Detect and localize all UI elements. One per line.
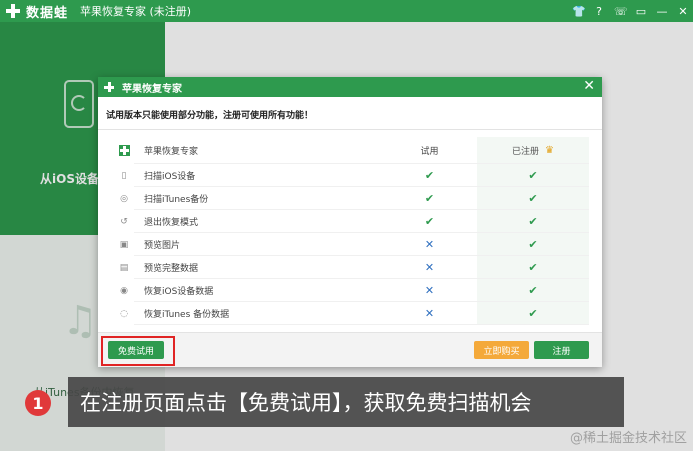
- feature-name: 扫描iOS设备: [144, 172, 196, 182]
- cross-logo-icon: [6, 4, 20, 18]
- register-button[interactable]: 注册: [534, 341, 589, 359]
- skin-icon[interactable]: 👕: [572, 5, 586, 18]
- table-row: ◉ 恢复iOS设备数据 ✕ ✔: [114, 279, 589, 302]
- watermark: @稀土掘金技术社区: [569, 431, 687, 446]
- check-icon: ✔: [424, 192, 435, 205]
- cross-icon: ✕: [424, 261, 435, 274]
- feature-name: 恢复iTunes 备份数据: [144, 310, 230, 320]
- feature-name: 预览图片: [144, 241, 181, 251]
- feature-name: 恢复iOS设备数据: [144, 287, 214, 297]
- divider: [98, 129, 602, 130]
- cross-logo-icon: [104, 82, 114, 92]
- dialog-title: 苹果恢复专家: [122, 83, 182, 95]
- table-row: ◎ 扫描iTunes备份 ✔ ✔: [114, 187, 589, 210]
- restore-itunes-icon: ◌: [120, 308, 128, 319]
- step-badge: 1: [25, 390, 51, 416]
- contact-icon[interactable]: ☏: [614, 5, 628, 18]
- table-row: ↺ 退出恢复模式 ✔ ✔: [114, 210, 589, 233]
- check-icon: ✔: [477, 256, 589, 279]
- header-product: 苹果恢复专家: [144, 147, 199, 157]
- image-icon: ▣: [119, 239, 129, 250]
- minimize-icon[interactable]: —: [656, 5, 668, 18]
- feature-name: 退出恢复模式: [144, 218, 199, 228]
- feature-name: 扫描iTunes备份: [144, 195, 209, 205]
- exit-recovery-icon: ↺: [120, 216, 128, 227]
- itunes-icon: ◎: [120, 193, 128, 204]
- check-icon: ✔: [477, 279, 589, 302]
- register-dialog: 苹果恢复专家 ✕ 试用版本只能使用部分功能，注册可使用所有功能！ 苹果恢复专家 …: [98, 77, 602, 367]
- check-icon: ✔: [477, 187, 589, 210]
- help-icon[interactable]: ?: [593, 5, 605, 18]
- table-row: ▯ 扫描iOS设备 ✔ ✔: [114, 164, 589, 187]
- caption-text: 在注册页面点击【免费试用】，获取免费扫描机会: [80, 391, 532, 415]
- close-window-icon[interactable]: ✕: [677, 5, 689, 18]
- buy-now-button[interactable]: 立即购买: [474, 341, 529, 359]
- crown-icon: ♛: [545, 145, 554, 156]
- feedback-icon[interactable]: ▭: [635, 5, 647, 18]
- check-icon: ✔: [477, 233, 589, 256]
- caption-banner: 在注册页面点击【免费试用】，获取免费扫描机会: [68, 377, 624, 427]
- check-icon: ✔: [477, 164, 589, 187]
- table-header: 苹果恢复专家 试用 已注册 ♛: [114, 137, 589, 164]
- table-row: ▣ 预览图片 ✕ ✔: [114, 233, 589, 256]
- header-trial: 试用: [420, 147, 439, 157]
- cross-icon: ✕: [424, 238, 435, 251]
- restore-device-icon: ◉: [120, 285, 128, 296]
- table-row: ▤ 预览完整数据 ✕ ✔: [114, 256, 589, 279]
- title-bar: 数据蛙 苹果恢复专家 (未注册) 👕 ? ☏ ▭ — ✕: [0, 0, 693, 22]
- app-title: 苹果恢复专家 (未注册): [80, 5, 192, 18]
- close-icon[interactable]: ✕: [583, 78, 595, 94]
- device-icon: ▯: [121, 170, 127, 181]
- check-icon: ✔: [424, 215, 435, 228]
- window-controls: 👕 ? ☏ ▭ — ✕: [572, 0, 689, 22]
- check-icon: ✔: [477, 210, 589, 233]
- trial-notice: 试用版本只能使用部分功能，注册可使用所有功能！: [106, 111, 314, 121]
- check-icon: ✔: [477, 302, 589, 325]
- dialog-header: 苹果恢复专家 ✕: [98, 77, 602, 97]
- app-logo: 数据蛙: [6, 2, 68, 21]
- feature-name: 预览完整数据: [144, 264, 199, 274]
- app-logo-icon: [118, 145, 130, 156]
- header-registered: 已注册 ♛: [477, 137, 589, 164]
- data-icon: ▤: [119, 262, 129, 273]
- highlight-box: [101, 336, 175, 366]
- logo-text: 数据蛙: [26, 5, 69, 21]
- table-row: ◌ 恢复iTunes 备份数据 ✕ ✔: [114, 302, 589, 325]
- cross-icon: ✕: [424, 307, 435, 320]
- check-icon: ✔: [424, 169, 435, 182]
- feature-table: 苹果恢复专家 试用 已注册 ♛ ▯ 扫描iOS设备 ✔ ✔ ◎ 扫描iTunes备…: [114, 137, 589, 325]
- cross-icon: ✕: [424, 284, 435, 297]
